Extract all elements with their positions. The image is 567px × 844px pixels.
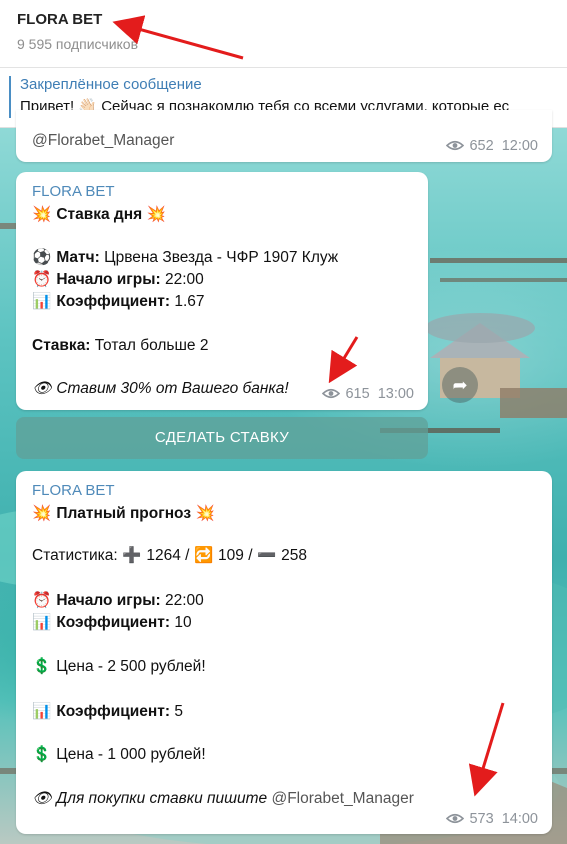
eye-icon <box>446 140 465 151</box>
message-time: 12:00 <box>501 138 538 154</box>
soccer-ball-icon: ⚽ <box>32 248 52 266</box>
match-line: ⚽ Матч: Црвена Звезда - ЧФР 1907 Клуж <box>32 248 338 267</box>
start-line: ⏰ Начало игры: 22:00 <box>32 270 204 289</box>
message-bubble-previous[interactable]: @Florabet_Manager 652 12:00 <box>16 110 552 162</box>
match-value: Црвена Звезда - ЧФР 1907 Клуж <box>99 249 339 266</box>
explosion-icon: 💥 <box>32 205 52 223</box>
dollar-icon: 💲 <box>32 745 52 763</box>
eye-icon <box>322 388 341 399</box>
bet-label: Ставка: <box>32 337 91 354</box>
message-bubble-paid-forecast[interactable]: FLORA BET 💥 Платный прогноз 💥 Статистика… <box>16 471 552 834</box>
stats-label: Статистика: <box>32 547 123 564</box>
start-label: Начало игры: <box>56 592 161 609</box>
message-time: 14:00 <box>501 811 538 827</box>
note-line: 👁 Ставим 30% от Вашего банка! <box>32 379 289 398</box>
dollar-icon: 💲 <box>32 657 52 675</box>
view-count: 615 <box>345 386 370 402</box>
subscriber-count: 9 595 подписчиков <box>17 36 139 52</box>
channel-title[interactable]: FLORA BET <box>17 11 102 28</box>
chat-header[interactable]: FLORA BET 9 595 подписчиков <box>0 0 567 68</box>
message-meta: 652 12:00 <box>446 138 538 154</box>
match-label: Матч: <box>56 249 100 266</box>
view-count: 652 <box>469 138 494 154</box>
note-line: 👁 Для покупки ставки пишите @Florabet_Ma… <box>32 789 414 808</box>
explosion-icon: 💥 <box>32 504 52 522</box>
pinned-accent-bar <box>9 76 11 118</box>
explosion-icon: 💥 <box>195 504 215 522</box>
bar-chart-icon: 📊 <box>32 613 52 631</box>
stats-win: 1264 / <box>142 547 194 564</box>
coef-value: 1.67 <box>170 293 205 310</box>
note-text: Для покупки ставки пишите <box>56 790 272 807</box>
price-text: Цена - 1 000 рублей! <box>52 746 206 763</box>
manager-link[interactable]: @Florabet_Manager <box>271 790 413 807</box>
post-title: 💥 Ставка дня 💥 <box>32 205 167 224</box>
post-title-text: Платный прогноз <box>56 505 192 522</box>
share-icon[interactable]: ➦ <box>442 367 478 403</box>
post-title-text: Ставка дня <box>56 206 143 223</box>
coef-line: 📊 Коэффициент: 1.67 <box>32 292 205 311</box>
message-time: 13:00 <box>377 386 414 402</box>
coef-label: Коэффициент: <box>56 614 171 631</box>
sender-name[interactable]: FLORA BET <box>32 183 115 200</box>
note-text: Ставим 30% от Вашего банка! <box>56 380 289 397</box>
message-meta: 615 13:00 <box>322 386 414 402</box>
price-line: 💲 Цена - 2 500 рублей! <box>32 657 206 676</box>
minus-icon: ➖ <box>257 546 277 564</box>
stats-return: 109 / <box>213 547 257 564</box>
eye-in-bubble-icon: 👁 <box>32 379 52 397</box>
coef-value: 10 <box>170 614 192 631</box>
start-value: 22:00 <box>160 271 204 288</box>
place-bet-button[interactable]: СДЕЛАТЬ СТАВКУ <box>16 417 428 459</box>
price-line-2: 💲 Цена - 1 000 рублей! <box>32 745 206 764</box>
repeat-icon: 🔁 <box>194 546 214 564</box>
bet-value: Тотал больше 2 <box>90 337 209 354</box>
alarm-clock-icon: ⏰ <box>32 591 52 609</box>
bar-chart-icon: 📊 <box>32 702 52 720</box>
view-count: 573 <box>469 811 494 827</box>
start-label: Начало игры: <box>56 271 161 288</box>
start-line: ⏰ Начало игры: 22:00 <box>32 591 204 610</box>
stats-line: Статистика: ➕ 1264 / 🔁 109 / ➖ 258 <box>32 546 307 565</box>
stats-loss: 258 <box>276 547 308 564</box>
coef-label: Коэффициент: <box>56 703 171 720</box>
eye-icon <box>446 813 465 824</box>
message-meta: 573 14:00 <box>446 811 538 827</box>
plus-icon: ➕ <box>122 546 142 564</box>
eye-in-bubble-icon: 👁 <box>32 789 52 807</box>
alarm-clock-icon: ⏰ <box>32 270 52 288</box>
coef-line-2: 📊 Коэффициент: 5 <box>32 702 183 721</box>
bet-line: Ставка: Тотал больше 2 <box>32 337 208 355</box>
price-text: Цена - 2 500 рублей! <box>52 658 206 675</box>
coef-line: 📊 Коэффициент: 10 <box>32 613 192 632</box>
coef-value: 5 <box>170 703 183 720</box>
pinned-title: Закреплённое сообщение <box>20 76 202 93</box>
coef-label: Коэффициент: <box>56 293 171 310</box>
manager-link[interactable]: @Florabet_Manager <box>32 132 174 150</box>
sender-name[interactable]: FLORA BET <box>32 482 115 499</box>
explosion-icon: 💥 <box>146 205 167 223</box>
post-title: 💥 Платный прогноз 💥 <box>32 504 215 523</box>
bar-chart-icon: 📊 <box>32 292 52 310</box>
start-value: 22:00 <box>160 592 204 609</box>
message-bubble-bet-of-day[interactable]: FLORA BET 💥 Ставка дня 💥 ⚽ Матч: Црвена … <box>16 172 428 410</box>
